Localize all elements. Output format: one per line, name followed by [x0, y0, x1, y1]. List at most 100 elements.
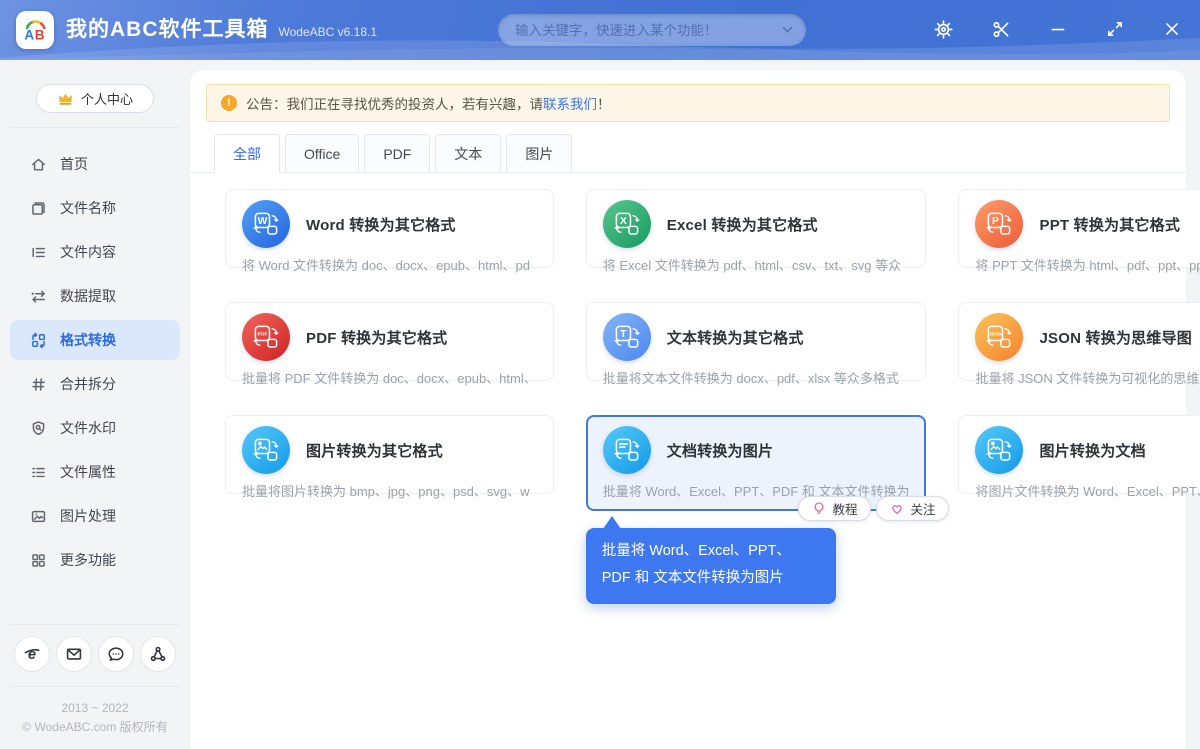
profile-center-label: 个人中心 — [81, 89, 133, 108]
quick-search[interactable] — [498, 14, 806, 46]
sidebar-item-format-convert[interactable]: 格式转换 — [10, 320, 180, 360]
sidebar-nav: 首页 文件名称 文件内容 数据提取 — [0, 144, 190, 580]
sidebar-item-label: 文件内容 — [60, 242, 116, 262]
watermark-shield-icon — [30, 420, 47, 437]
email-button[interactable] — [56, 636, 92, 672]
sidebar-item-merge-split[interactable]: 合并拆分 — [10, 364, 180, 404]
sidebar-item-label: 文件属性 — [60, 462, 116, 482]
heart-icon — [890, 502, 904, 516]
tutorial-label: 教程 — [832, 499, 857, 518]
browser-link-button[interactable]: e — [14, 636, 50, 672]
tab-pdf[interactable]: PDF — [364, 134, 430, 172]
card-badge-letter: X — [620, 216, 627, 227]
file-props-icon — [30, 464, 47, 481]
tab-text[interactable]: 文本 — [435, 134, 501, 172]
image-to-doc-icon — [975, 426, 1023, 474]
pdf-convert-icon: PDF — [242, 313, 290, 361]
sidebar-divider — [10, 686, 180, 687]
crown-icon — [57, 91, 74, 106]
card-title: 文本转换为其它格式 — [667, 327, 804, 348]
minimize-button[interactable] — [1047, 19, 1068, 40]
minimize-icon — [1049, 20, 1067, 38]
sidebar-item-label: 首页 — [60, 154, 88, 174]
card-json-mindmap[interactable]: JSON JSON 转换为思维导图 批量将 JSON 文件转换为可视化的思维导图… — [958, 302, 1200, 381]
share-network-icon — [149, 645, 167, 663]
sidebar: 个人中心 首页 文件名称 文件内容 — [0, 60, 190, 749]
sidebar-item-image-process[interactable]: 图片处理 — [10, 496, 180, 536]
browser-e-icon: e — [23, 645, 41, 663]
card-badge-letter: P — [992, 216, 999, 227]
card-description: 批量将 JSON 文件转换为可视化的思维导图文件，在 — [975, 368, 1200, 387]
card-ppt-convert[interactable]: P PPT 转换为其它格式 将 PPT 文件转换为 html、pdf、ppt、p… — [958, 189, 1200, 268]
card-word-convert[interactable]: W Word 转换为其它格式 将 Word 文件转换为 doc、docx、epu… — [225, 189, 554, 268]
ppt-convert-icon: P — [975, 200, 1023, 248]
card-badge-letter: T — [620, 329, 627, 340]
tab-all[interactable]: 全部 — [214, 134, 280, 172]
copyright-years: 2013 ~ 2022 — [0, 699, 190, 718]
maximize-button[interactable] — [1104, 19, 1125, 40]
card-image-to-doc[interactable]: 图片转换为文档 将图片文件转换为 Word、Excel、PPT、PDF 文档格 — [958, 415, 1200, 494]
sidebar-item-label: 图片处理 — [60, 506, 116, 526]
card-excel-convert[interactable]: X Excel 转换为其它格式 将 Excel 文件转换为 pdf、html、c… — [586, 189, 927, 268]
contact-us-link[interactable]: 联系我们 — [543, 97, 597, 112]
format-convert-icon — [30, 332, 47, 349]
card-tooltip: 批量将 Word、Excel、PPT、PDF 和 文本文件转换为图片 — [586, 528, 836, 604]
card-title: 图片转换为其它格式 — [306, 440, 443, 461]
social-links: e — [0, 636, 190, 672]
card-description: 批量将文本文件转换为 docx、pdf、xlsx 等众多格式 — [603, 368, 910, 387]
app-logo: A B — [16, 11, 54, 49]
sidebar-item-label: 文件名称 — [60, 198, 116, 218]
sidebar-bottom: e — [0, 610, 190, 749]
chevron-down-icon[interactable] — [782, 26, 793, 34]
card-title: Word 转换为其它格式 — [306, 214, 456, 235]
sidebar-item-more-features[interactable]: 更多功能 — [10, 540, 180, 580]
chat-button[interactable] — [98, 636, 134, 672]
warning-icon: ! — [221, 95, 237, 111]
share-network-button[interactable] — [140, 636, 176, 672]
sidebar-item-file-name[interactable]: 文件名称 — [10, 188, 180, 228]
card-badge-letter: PDF — [257, 331, 267, 337]
profile-center-button[interactable]: 个人中心 — [36, 84, 154, 113]
sidebar-divider — [10, 127, 180, 128]
tab-image[interactable]: 图片 — [506, 134, 572, 172]
tooltip-text: 批量将 Word、Excel、PPT、PDF 和 文本文件转换为图片 — [602, 543, 791, 586]
category-tabs: 全部 Office PDF 文本 图片 — [190, 134, 1186, 173]
lightbulb-icon — [812, 501, 826, 516]
card-image-convert[interactable]: 图片转换为其它格式 批量将图片转换为 bmp、jpg、png、psd、svg、w — [225, 415, 554, 494]
sidebar-item-watermark[interactable]: 文件水印 — [10, 408, 180, 448]
sidebar-item-data-extract[interactable]: 数据提取 — [10, 276, 180, 316]
app-body: 个人中心 首页 文件名称 文件内容 — [0, 60, 1200, 749]
file-content-icon — [30, 244, 47, 261]
image-convert-icon — [242, 426, 290, 474]
app-logo-icon: A B — [20, 15, 50, 45]
card-description: 将 PPT 文件转换为 html、pdf、ppt、pptx、xps 等众 — [975, 255, 1200, 274]
search-input[interactable] — [498, 14, 806, 46]
screenshot-button[interactable] — [990, 19, 1011, 40]
titlebar: A B 我的ABC软件工具箱 WodeABC v6.18.1 — [0, 0, 1200, 60]
card-title: PDF 转换为其它格式 — [306, 327, 447, 348]
announcement-prefix: 公告：我们正在寻找优秀的投资人，若有兴趣，请 — [246, 97, 543, 112]
app-title-group: 我的ABC软件工具箱 WodeABC v6.18.1 — [66, 0, 377, 56]
close-button[interactable] — [1161, 19, 1182, 40]
app-version: WodeABC v6.18.1 — [279, 25, 378, 39]
sidebar-item-file-content[interactable]: 文件内容 — [10, 232, 180, 272]
settings-button[interactable] — [933, 19, 954, 40]
home-icon — [30, 156, 47, 173]
card-doc-to-image[interactable]: 文档转换为图片 批量将 Word、Excel、PPT、PDF 和 文本文件转换为… — [586, 415, 927, 511]
logo-letter-b: B — [35, 28, 45, 43]
card-badge-letter: JSON — [990, 331, 1003, 336]
sidebar-item-file-props[interactable]: 文件属性 — [10, 452, 180, 492]
data-extract-icon — [30, 288, 47, 305]
doc-to-image-icon — [603, 426, 651, 474]
tutorial-button[interactable]: 教程 — [798, 496, 871, 521]
card-description: 批量将图片转换为 bmp、jpg、png、psd、svg、w — [242, 481, 537, 500]
card-title: 图片转换为文档 — [1039, 440, 1145, 461]
card-description: 将图片文件转换为 Word、Excel、PPT、PDF 文档格 — [975, 481, 1200, 500]
file-name-icon — [30, 200, 47, 217]
card-text-convert[interactable]: T 文本转换为其它格式 批量将文本文件转换为 docx、pdf、xlsx 等众多… — [586, 302, 927, 381]
gear-icon — [934, 20, 953, 39]
sidebar-item-home[interactable]: 首页 — [10, 144, 180, 184]
card-pdf-convert[interactable]: PDF PDF 转换为其它格式 批量将 PDF 文件转换为 doc、docx、e… — [225, 302, 554, 381]
follow-button[interactable]: 关注 — [876, 496, 949, 521]
tab-office[interactable]: Office — [285, 134, 359, 172]
